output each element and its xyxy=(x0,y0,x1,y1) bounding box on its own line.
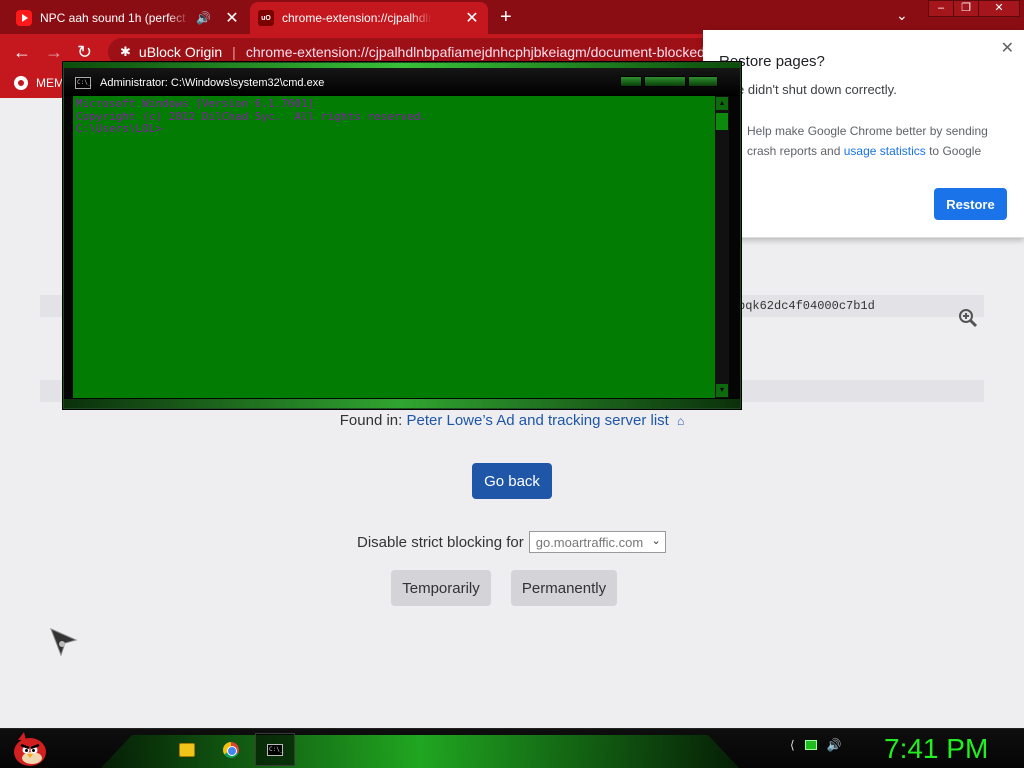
bookmark-item[interactable]: MEM xyxy=(14,76,64,90)
chrome-logo-icon xyxy=(14,76,28,90)
permanently-button[interactable]: Permanently xyxy=(511,570,617,606)
tab-title: NPC aah sound 1h (perfect loop) xyxy=(40,11,190,25)
dialog-message: ome didn't shut down correctly. xyxy=(719,82,897,97)
cmd-window-border xyxy=(64,399,740,408)
tab-chrome-extension[interactable]: uO chrome-extension://cjpalhdlnbpafiamej… xyxy=(250,2,488,34)
cmd-title-bar[interactable]: C:\_ Administrator: C:\Windows\system32\… xyxy=(64,63,740,96)
tab-strip: NPC aah sound 1h (perfect loop) 🔊 ✕ uO c… xyxy=(0,0,1024,34)
network-icon[interactable] xyxy=(804,740,817,750)
home-icon[interactable]: ⌂ xyxy=(677,414,684,428)
url-text[interactable]: chrome-extension://cjpalhdlnbpafiamejdnh… xyxy=(246,44,736,60)
scroll-thumb[interactable] xyxy=(716,113,728,130)
cmd-icon: C:\_ xyxy=(75,77,91,89)
cmd-icon: C:\_ xyxy=(267,743,283,756)
speaker-icon[interactable]: 🔊 xyxy=(196,11,211,25)
omnibox-separator: | xyxy=(232,44,236,60)
forward-button[interactable]: → xyxy=(45,42,63,62)
taskbar xyxy=(0,728,1024,768)
help-suffix: to Google xyxy=(925,144,982,158)
new-tab-button[interactable]: + xyxy=(500,6,512,29)
chevron-down-icon: ⌄ xyxy=(651,535,661,547)
found-in-line: Found in: Peter Lowe’s Ad and tracking s… xyxy=(0,412,1024,429)
temporarily-button[interactable]: Temporarily xyxy=(391,570,491,606)
minimize-button[interactable]: – xyxy=(928,0,954,17)
maximize-button[interactable]: ❐ xyxy=(953,0,979,17)
console-output[interactable]: Microsoft Windows [Version 6.1.7601] Copy… xyxy=(73,96,715,398)
cmd-window-title: Administrator: C:\Windows\system32\cmd.e… xyxy=(100,77,325,89)
system-tray: ⟨ 🔊 xyxy=(790,738,842,752)
volume-icon[interactable]: 🔊 xyxy=(827,738,842,752)
chrome-icon xyxy=(223,741,239,758)
restore-pages-dialog: Restore pages? ✕ ome didn't shut down co… xyxy=(703,30,1024,238)
zoom-in-icon[interactable] xyxy=(958,308,978,328)
close-window-button[interactable]: ✕ xyxy=(978,0,1020,17)
reload-button[interactable]: ↻ xyxy=(77,42,92,62)
domain-value: go.moartraffic.com xyxy=(535,534,644,550)
filter-list-link[interactable]: Peter Lowe’s Ad and tracking server list xyxy=(406,412,668,429)
crash-report-text: Help make Google Chrome better by sendin… xyxy=(747,121,1009,161)
restore-button[interactable]: Restore xyxy=(934,188,1007,220)
tab-npc-aah-sound[interactable]: NPC aah sound 1h (perfect loop) 🔊 ✕ xyxy=(8,2,248,34)
disable-label: Disable strict blocking for xyxy=(357,533,524,551)
tab-title: chrome-extension://cjpalhdlnbpafiamejdnh… xyxy=(282,11,432,25)
taskbar-explorer-button[interactable] xyxy=(167,733,207,766)
cmd-scrollbar[interactable]: ▴ ▾ xyxy=(715,96,729,398)
extension-puzzle-icon: ✱ xyxy=(120,44,131,59)
found-in-label: Found in: xyxy=(339,412,403,429)
folder-icon xyxy=(179,742,195,757)
close-icon[interactable]: ✕ xyxy=(1001,38,1014,58)
console-line: Microsoft Windows [Version 6.1.7601] xyxy=(76,97,315,110)
blocked-url-text: bqk62dc4f04000c7b1d xyxy=(738,299,875,313)
scroll-up-icon[interactable]: ▴ xyxy=(716,97,728,110)
cmd-window[interactable]: C:\_ Administrator: C:\Windows\system32\… xyxy=(63,62,741,409)
scroll-down-icon[interactable]: ▾ xyxy=(716,384,728,397)
extension-name: uBlock Origin xyxy=(138,44,223,60)
close-tab-icon[interactable]: ✕ xyxy=(464,8,480,28)
ublock-icon: uO xyxy=(258,10,274,26)
taskbar-clock[interactable]: 7:41 PM xyxy=(884,733,988,765)
console-line: Copyright (c) 2012 DilChad Syc. All righ… xyxy=(76,109,427,123)
go-back-button[interactable]: Go back xyxy=(472,463,552,499)
usage-statistics-link[interactable]: usage statistics xyxy=(844,144,926,158)
cmd-close-button[interactable] xyxy=(688,76,718,87)
domain-select[interactable]: go.moartraffic.com ⌄ xyxy=(528,531,666,553)
taskbar-cmd-button[interactable]: C:\_ xyxy=(255,733,295,766)
console-prompt: C:\Users\LOL> xyxy=(76,122,163,135)
bookmark-label: MEM xyxy=(36,76,64,90)
close-tab-icon[interactable]: ✕ xyxy=(224,8,240,28)
youtube-icon xyxy=(16,10,32,26)
cmd-minimize-button[interactable] xyxy=(620,76,642,87)
start-button-angry-bird-icon[interactable] xyxy=(8,730,48,768)
tab-search-button[interactable]: ⌄ xyxy=(896,7,908,24)
mouse-cursor-icon xyxy=(50,628,78,657)
taskbar-chrome-button[interactable] xyxy=(211,733,251,766)
show-hidden-icons-arrow[interactable]: ⟨ xyxy=(790,738,795,752)
disable-strict-blocking-row: Disable strict blocking for go.moartraff… xyxy=(357,531,666,553)
back-button[interactable]: ← xyxy=(13,42,31,62)
cmd-maximize-button[interactable] xyxy=(644,76,686,87)
